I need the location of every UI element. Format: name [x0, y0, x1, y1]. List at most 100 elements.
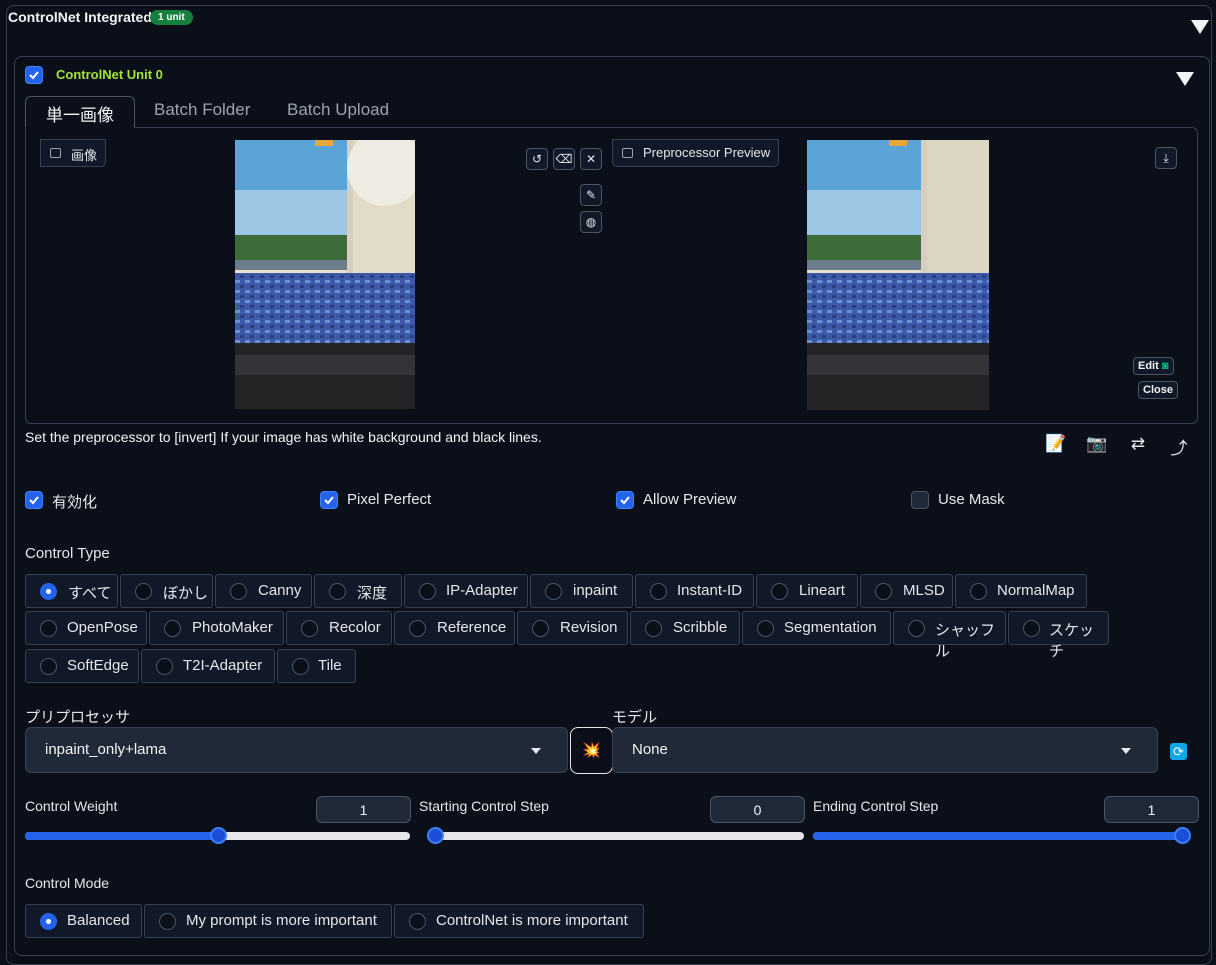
- control-type-option[interactable]: MLSD: [860, 574, 953, 608]
- use-mask-checkbox[interactable]: [911, 491, 929, 509]
- control-mode-label: Control Mode: [25, 875, 110, 891]
- close-button[interactable]: Close: [1138, 381, 1178, 399]
- accordion-title[interactable]: ControlNet Integrated: [8, 9, 152, 25]
- radio-dot: [908, 620, 925, 637]
- radio-dot: [532, 620, 549, 637]
- preprocessor-dropdown[interactable]: inpaint_only+lama: [25, 727, 568, 773]
- radio-dot: [159, 913, 176, 930]
- control-type-label: Control Type: [25, 545, 110, 562]
- curved-arrow-icon[interactable]: ⤴: [1167, 434, 1191, 458]
- control-type-option[interactable]: スケッチ: [1008, 611, 1109, 660]
- radio-dot: [1023, 620, 1040, 637]
- undo-icon[interactable]: ↺: [526, 148, 548, 170]
- control-weight-input[interactable]: 1: [316, 796, 411, 823]
- radio-dot: [40, 583, 57, 600]
- control-type-option[interactable]: NormalMap: [955, 574, 1087, 608]
- control-type-option[interactable]: Recolor: [286, 611, 392, 645]
- control-type-option[interactable]: Scribble: [630, 611, 740, 645]
- radio-dot: [329, 583, 346, 600]
- tab-batch-folder[interactable]: Batch Folder: [154, 96, 250, 128]
- radio-dot: [230, 583, 247, 600]
- input-image[interactable]: [235, 140, 415, 409]
- control-type-option[interactable]: Segmentation: [742, 611, 891, 645]
- control-type-option[interactable]: Lineart: [756, 574, 858, 608]
- run-preprocessor-icon[interactable]: 💥: [570, 727, 613, 774]
- radio-dot: [164, 620, 181, 637]
- preprocessor-preview-label: Preprocessor Preview: [612, 139, 780, 167]
- preview-image: [807, 140, 989, 410]
- radio-dot: [292, 658, 309, 675]
- model-dropdown[interactable]: None: [612, 727, 1158, 773]
- tab-batch-upload[interactable]: Batch Upload: [287, 96, 389, 128]
- input-image-label: 画像: [40, 139, 107, 167]
- control-type-option[interactable]: すべて: [25, 574, 118, 608]
- allow-preview-label: Allow Preview: [643, 491, 737, 508]
- image-icon: [50, 148, 61, 158]
- control-mode-option[interactable]: Balanced: [25, 904, 142, 938]
- control-type-option[interactable]: OpenPose: [25, 611, 147, 645]
- control-type-option[interactable]: Canny: [215, 574, 312, 608]
- control-type-option[interactable]: Instant-ID: [635, 574, 754, 608]
- control-type-option[interactable]: SoftEdge: [25, 649, 139, 683]
- unit-collapse-triangle-icon[interactable]: [1176, 72, 1194, 86]
- control-type-option[interactable]: シャッフル: [893, 611, 1006, 660]
- radio-dot: [409, 620, 426, 637]
- control-type-option[interactable]: T2I-Adapter: [141, 649, 275, 683]
- enable-checkbox[interactable]: [25, 491, 43, 509]
- control-type-option[interactable]: 深度: [314, 574, 402, 608]
- unit-count-badge: 1 unit: [150, 10, 193, 25]
- radio-dot: [40, 620, 57, 637]
- ending-step-label: Ending Control Step: [813, 798, 939, 814]
- image-panel: [25, 127, 1198, 424]
- use-mask-label: Use Mask: [938, 491, 1005, 508]
- refresh-icon[interactable]: ⟳: [1170, 743, 1187, 760]
- tab-single-image[interactable]: 単一画像: [25, 96, 135, 128]
- radio-dot: [419, 583, 436, 600]
- collapse-triangle-icon[interactable]: [1191, 20, 1209, 34]
- download-icon[interactable]: ⤓: [1155, 147, 1177, 169]
- edit-button[interactable]: Edit ◙: [1133, 357, 1174, 375]
- radio-dot: [875, 583, 892, 600]
- notepad-icon[interactable]: 📝: [1044, 434, 1068, 456]
- control-weight-slider[interactable]: [25, 827, 410, 844]
- control-weight-label: Control Weight: [25, 798, 118, 814]
- radio-dot: [135, 583, 152, 600]
- control-mode-option[interactable]: ControlNet is more important: [394, 904, 644, 938]
- control-type-option[interactable]: IP-Adapter: [404, 574, 528, 608]
- pixel-perfect-label: Pixel Perfect: [347, 491, 432, 508]
- control-type-option[interactable]: Tile: [277, 649, 356, 683]
- control-type-option[interactable]: Revision: [517, 611, 628, 645]
- radio-dot: [645, 620, 662, 637]
- clear-icon[interactable]: ✕: [580, 148, 602, 170]
- allow-preview-checkbox[interactable]: [616, 491, 634, 509]
- starting-step-slider[interactable]: [427, 827, 804, 844]
- unit-title[interactable]: ControlNet Unit 0: [56, 67, 163, 82]
- radio-dot: [650, 583, 667, 600]
- starting-step-label: Starting Control Step: [419, 798, 549, 814]
- palette-icon[interactable]: ◍: [580, 211, 602, 233]
- radio-dot: [156, 658, 173, 675]
- radio-dot: [771, 583, 788, 600]
- swap-icon[interactable]: ⇄: [1126, 434, 1150, 456]
- control-type-option[interactable]: inpaint: [530, 574, 633, 608]
- chevron-down-icon: [1121, 748, 1131, 754]
- starting-step-input[interactable]: 0: [710, 796, 805, 823]
- preprocessor-label: プリプロセッサ: [25, 709, 131, 726]
- enable-label: 有効化: [52, 494, 98, 511]
- control-mode-option[interactable]: My prompt is more important: [144, 904, 392, 938]
- camera-icon[interactable]: 📷: [1085, 434, 1109, 456]
- radio-dot: [40, 913, 57, 930]
- image-icon: [622, 148, 633, 158]
- control-type-option[interactable]: Reference: [394, 611, 515, 645]
- pixel-perfect-checkbox[interactable]: [320, 491, 338, 509]
- control-type-option[interactable]: ぼかし: [120, 574, 213, 608]
- eraser-icon[interactable]: ⌫: [553, 148, 575, 170]
- brush-icon[interactable]: ✎: [580, 184, 602, 206]
- ending-step-input[interactable]: 1: [1104, 796, 1199, 823]
- radio-dot: [40, 658, 57, 675]
- radio-dot: [301, 620, 318, 637]
- unit-enable-checkbox[interactable]: [25, 66, 43, 84]
- radio-dot: [545, 583, 562, 600]
- control-type-option[interactable]: PhotoMaker: [149, 611, 284, 645]
- ending-step-slider[interactable]: [813, 827, 1191, 844]
